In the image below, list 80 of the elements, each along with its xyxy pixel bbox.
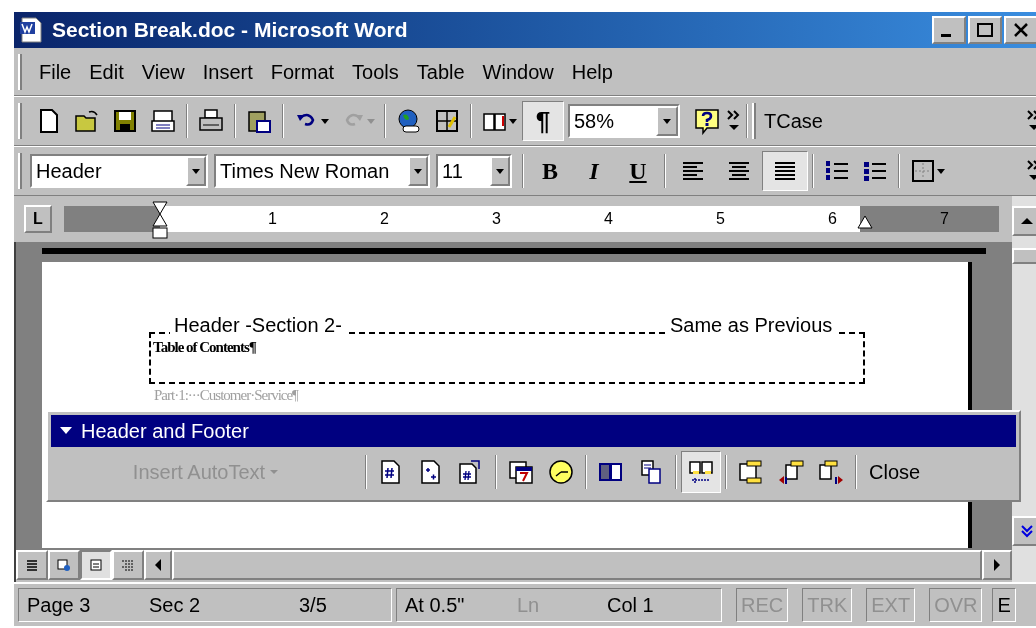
tab-selector[interactable]: L [24, 205, 52, 233]
column-indicator: Col 1 [607, 593, 654, 618]
normal-view-icon [24, 557, 40, 573]
minimize-button[interactable] [932, 16, 966, 44]
dropdown-arrow-icon [192, 168, 200, 174]
print-layout-icon [88, 557, 104, 573]
caret-icon [321, 118, 329, 124]
header-footer-switch-icon [737, 458, 765, 486]
dropdown-arrow-icon [663, 118, 671, 124]
page-indicator: Page 3 [26, 593, 92, 618]
window-title: Section Break.doc - Microsoft Word [52, 17, 408, 44]
alignment-button[interactable] [762, 151, 808, 191]
bold-button[interactable]: B [528, 151, 572, 191]
ruler-number: 4 [604, 209, 613, 229]
section-indicator: Sec 2 [149, 593, 202, 618]
menu-item[interactable]: View [132, 56, 194, 87]
close-icon [1012, 22, 1030, 38]
body-text: Part·1:···Customer·Service¶ [154, 386, 298, 405]
font-size-dropdown[interactable]: 11 [436, 154, 512, 188]
close-button[interactable]: Close [861, 457, 929, 487]
ruler-number: 3 [492, 209, 501, 229]
ruler-number: 6 [828, 209, 837, 229]
ruler-number: 7 [940, 209, 949, 229]
dropdown-arrow-icon [59, 426, 73, 436]
menu-item[interactable]: Window [473, 56, 563, 87]
toolbar-label: TCase [764, 109, 823, 134]
border-icon [909, 157, 937, 185]
calendar-icon [507, 458, 535, 486]
menu-item[interactable]: Tools [343, 56, 408, 87]
linked-pages-icon [687, 458, 715, 486]
table-pencil-icon [433, 107, 461, 135]
menu-item[interactable]: Insert [193, 56, 262, 87]
menu-item[interactable]: Help [562, 56, 622, 87]
previous-section-icon [777, 458, 805, 486]
next-page-button[interactable] [1012, 516, 1036, 546]
help-icon [693, 107, 721, 135]
ruler-number: 5 [716, 209, 725, 229]
caret-icon [367, 118, 375, 124]
underline-button[interactable]: U [616, 151, 660, 191]
clock-icon [547, 458, 575, 486]
page-count: 3/5 [299, 593, 327, 618]
close-button[interactable] [1004, 16, 1036, 44]
scroll-left-button[interactable] [144, 550, 172, 580]
caret-icon [937, 168, 945, 174]
document-icon [18, 16, 44, 44]
toolbar-button[interactable] [681, 451, 721, 493]
minimize-icon [941, 33, 951, 37]
font-dropdown[interactable]: Times New Roman [214, 154, 430, 188]
dropdown-arrow-icon [496, 168, 504, 174]
italic-button[interactable]: I [572, 151, 616, 191]
menu-item[interactable]: File [30, 56, 81, 87]
style-dropdown[interactable]: Header [30, 154, 208, 188]
position-indicator: At 0.5" [404, 593, 466, 618]
header-text: Table of Contents¶ [153, 338, 256, 357]
globe-icon [395, 107, 423, 135]
show-hide-button[interactable]: ¶ [522, 101, 564, 141]
web-view-icon [56, 557, 72, 573]
left-arrow-icon [153, 558, 163, 572]
language-indicator: E [992, 588, 1016, 622]
outline-view-icon [120, 557, 136, 573]
caret-icon [509, 118, 517, 124]
ruler-number: 1 [268, 209, 277, 229]
scroll-up-button[interactable] [1012, 206, 1036, 236]
envelope-icon [149, 107, 177, 135]
up-arrow-icon [1020, 216, 1034, 226]
toolbar-title: Header and Footer [81, 419, 249, 444]
double-down-arrow-icon [1020, 524, 1034, 538]
maximize-icon [976, 22, 994, 38]
dropdown-arrow-icon [414, 168, 422, 174]
menu-item[interactable]: Format [261, 56, 344, 87]
menu-item[interactable]: Edit [80, 56, 133, 87]
menu-item[interactable]: Table [407, 56, 474, 87]
scroll-thumb[interactable] [1012, 248, 1036, 264]
caret-icon [269, 468, 280, 476]
ruler-number: 2 [380, 209, 389, 229]
zoom-field[interactable]: 58% [568, 104, 680, 138]
right-arrow-icon [992, 558, 1002, 572]
scroll-right-button[interactable] [982, 550, 1012, 580]
next-section-icon [817, 458, 845, 486]
maximize-button[interactable] [968, 16, 1002, 44]
